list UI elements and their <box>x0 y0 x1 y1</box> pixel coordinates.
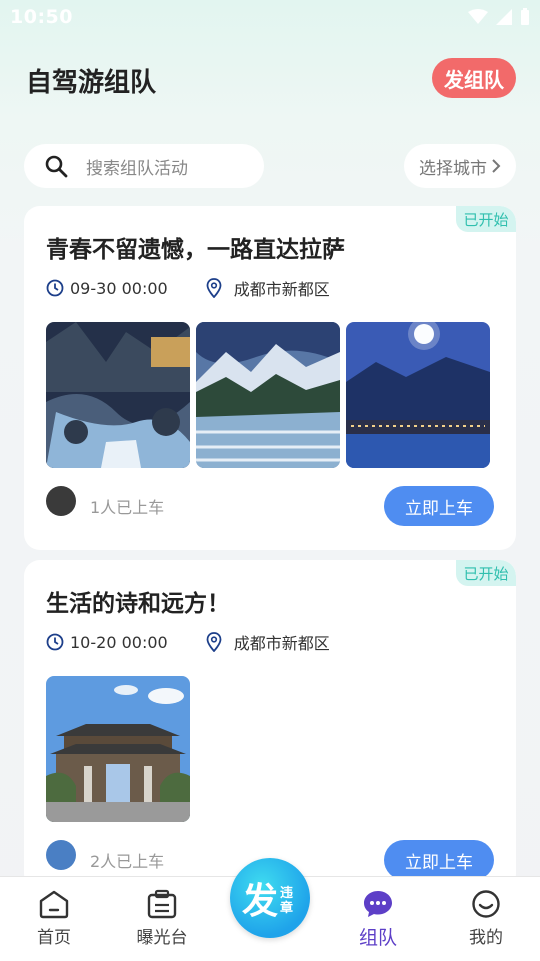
card-time: 10-20 00:00 <box>70 632 168 652</box>
team-card[interactable]: 已开始 生活的诗和远方！ 10-20 00:00 成都市新都区 2人已上车 立即… <box>24 560 516 890</box>
city-selector[interactable]: 选择城市 <box>404 144 516 188</box>
status-badge: 已开始 <box>456 560 516 586</box>
clock-icon <box>46 279 64 297</box>
tab-home[interactable]: 首页 <box>14 889 94 948</box>
tab-label: 首页 <box>37 928 71 948</box>
smile-icon <box>472 890 500 918</box>
status-badge: 已开始 <box>456 206 516 232</box>
new-team-button[interactable]: 发组队 <box>432 58 516 98</box>
card-time: 09-30 00:00 <box>70 278 168 298</box>
status-time: 10:50 <box>10 6 73 28</box>
card-title: 生活的诗和远方！ <box>46 591 230 617</box>
chevron-right-icon <box>492 159 501 173</box>
signal-icon <box>496 9 512 25</box>
search-placeholder: 搜索组队活动 <box>86 158 188 179</box>
card-location: 成都市新都区 <box>233 280 330 299</box>
team-card[interactable]: 已开始 青春不留遗憾，一路直达拉萨 09-30 00:00 成都市新都区 1人已… <box>24 206 516 550</box>
board-now-button[interactable]: 立即上车 <box>384 840 494 880</box>
board-now-button[interactable]: 立即上车 <box>384 486 494 526</box>
status-bar: 10:50 <box>0 0 540 36</box>
battery-icon <box>521 8 529 25</box>
search-bar[interactable]: 搜索组队活动 <box>24 144 264 188</box>
search-icon <box>45 155 68 178</box>
card-photo[interactable] <box>46 676 190 822</box>
clipboard-icon <box>147 889 177 919</box>
tab-team[interactable]: 组队 <box>338 889 418 950</box>
tab-exposure[interactable]: 曝光台 <box>122 889 202 948</box>
page-title: 自驾游组队 <box>26 68 157 98</box>
avatar[interactable] <box>46 486 76 516</box>
tab-label: 我的 <box>469 928 503 948</box>
location-pin-icon <box>206 278 222 298</box>
home-icon <box>39 890 69 919</box>
tab-label: 曝光台 <box>136 928 188 948</box>
wifi-icon <box>468 9 488 24</box>
fab-big-text: 发 <box>242 881 279 922</box>
card-photo[interactable] <box>346 322 490 468</box>
avatar[interactable] <box>46 840 76 870</box>
card-location: 成都市新都区 <box>233 634 330 653</box>
tab-label: 组队 <box>358 927 397 949</box>
rider-count: 2人已上车 <box>90 852 165 871</box>
card-meta: 09-30 00:00 成都市新都区 <box>46 276 330 300</box>
rider-count: 1人已上车 <box>90 498 165 517</box>
card-photo[interactable] <box>46 322 190 468</box>
location-pin-icon <box>206 632 222 652</box>
card-title: 青春不留遗憾，一路直达拉萨 <box>46 237 345 263</box>
card-photo[interactable] <box>196 322 340 468</box>
card-meta: 10-20 00:00 成都市新都区 <box>46 630 330 654</box>
tab-mine[interactable]: 我的 <box>446 889 526 948</box>
clock-icon <box>46 633 64 651</box>
report-violation-button[interactable]: 发 违章 <box>230 858 310 938</box>
city-label: 选择城市 <box>419 158 487 179</box>
chat-icon <box>364 891 392 917</box>
fab-small-text: 违章 <box>280 886 294 916</box>
